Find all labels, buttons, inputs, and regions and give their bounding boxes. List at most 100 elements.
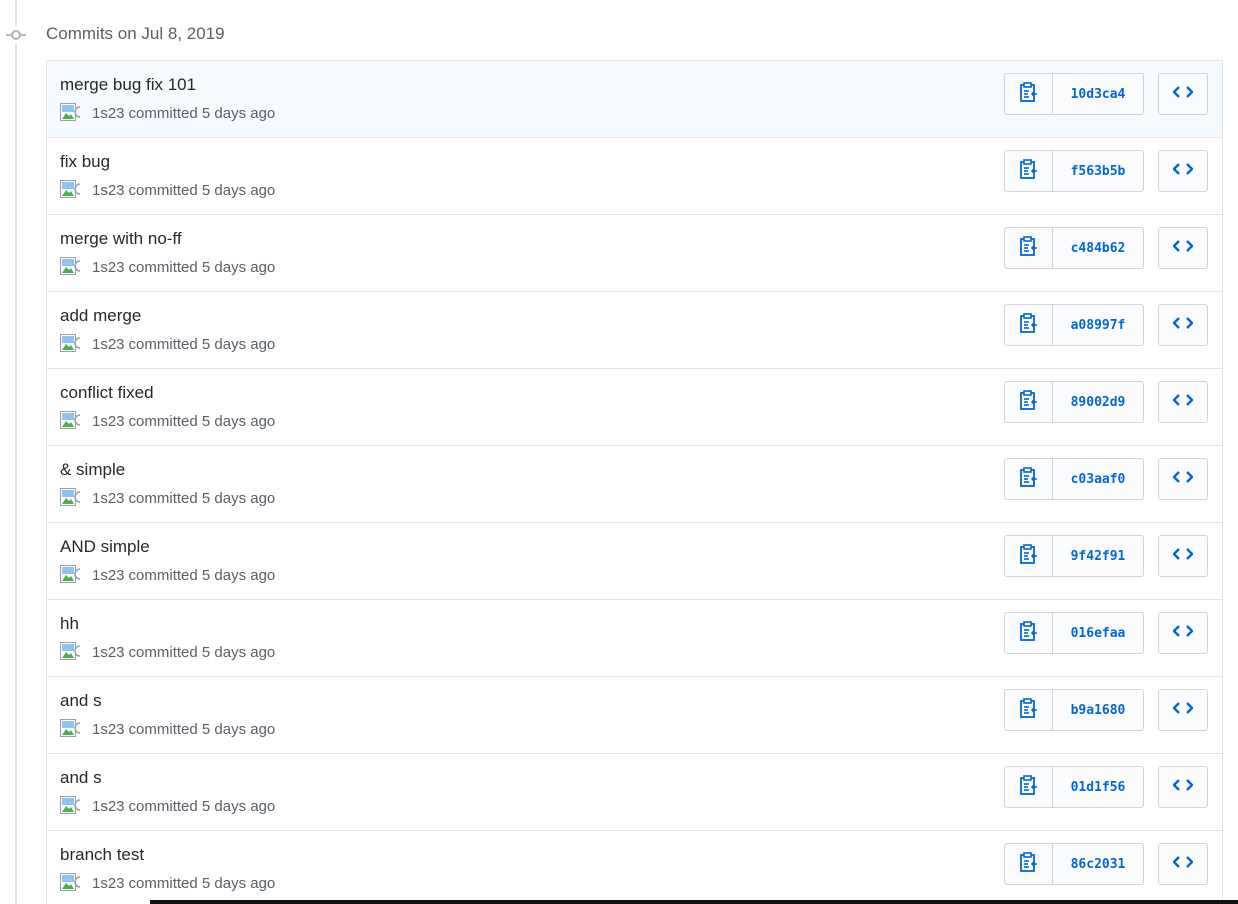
commit-title-link[interactable]: add merge — [60, 306, 141, 326]
copy-sha-button[interactable] — [1004, 381, 1053, 423]
broken-image-icon[interactable] — [60, 180, 84, 200]
copy-sha-button[interactable] — [1004, 612, 1053, 654]
broken-image-icon[interactable] — [60, 642, 84, 662]
commit-sha-group: f563b5b — [1004, 150, 1144, 192]
code-icon — [1172, 855, 1194, 874]
commit-sha-link[interactable]: c484b62 — [1053, 227, 1144, 269]
code-icon — [1172, 470, 1194, 489]
commit-title-link[interactable]: merge bug fix 101 — [60, 75, 196, 95]
commit-author-link[interactable]: 1s23 — [92, 490, 125, 507]
broken-image-icon[interactable] — [60, 796, 84, 816]
commit-sha-link[interactable]: a08997f — [1053, 304, 1144, 346]
commit-row: add merge 1s23 committed 5 days ago a089… — [47, 292, 1222, 369]
commit-sha-link[interactable]: 10d3ca4 — [1053, 73, 1144, 115]
commit-time-text: committed 5 days ago — [128, 720, 276, 738]
commit-sha-group: 9f42f91 — [1004, 535, 1144, 577]
copy-sha-button[interactable] — [1004, 227, 1053, 269]
commit-row: conflict fixed 1s23 committed 5 days ago — [47, 369, 1222, 446]
commit-author-link[interactable]: 1s23 — [92, 105, 125, 122]
commit-title-link[interactable]: and s — [60, 691, 102, 711]
commit-author-link[interactable]: 1s23 — [92, 721, 125, 738]
commit-author-link[interactable]: 1s23 — [92, 413, 125, 430]
browse-repo-button[interactable] — [1158, 150, 1208, 192]
copy-sha-button[interactable] — [1004, 535, 1053, 577]
commit-sha-link[interactable]: f563b5b — [1053, 150, 1144, 192]
commit-author-link[interactable]: 1s23 — [92, 567, 125, 584]
clipboard-icon — [1019, 158, 1038, 184]
timeline-line — [15, 0, 17, 904]
commit-title-link[interactable]: fix bug — [60, 152, 110, 172]
commit-title-link[interactable]: and s — [60, 768, 102, 788]
commit-sha-link[interactable]: 86c2031 — [1053, 843, 1144, 885]
commit-meta: 1s23 committed 5 days ago — [60, 411, 275, 431]
broken-image-icon[interactable] — [60, 411, 84, 431]
commit-sha-link[interactable]: 9f42f91 — [1053, 535, 1144, 577]
commit-sha-group: c484b62 — [1004, 227, 1144, 269]
commit-title-link[interactable]: hh — [60, 614, 79, 634]
code-icon — [1172, 393, 1194, 412]
copy-sha-button[interactable] — [1004, 843, 1053, 885]
browse-repo-button[interactable] — [1158, 612, 1208, 654]
code-icon — [1172, 778, 1194, 797]
commit-meta: 1s23 committed 5 days ago — [60, 103, 275, 123]
clipboard-icon — [1019, 389, 1038, 415]
clipboard-icon — [1019, 312, 1038, 338]
commit-sha-link[interactable]: c03aaf0 — [1053, 458, 1144, 500]
commit-sha-group: 89002d9 — [1004, 381, 1144, 423]
commit-title-link[interactable]: branch test — [60, 845, 144, 865]
clipboard-icon — [1019, 81, 1038, 107]
broken-image-icon[interactable] — [60, 719, 84, 739]
commit-author-link[interactable]: 1s23 — [92, 875, 125, 892]
code-icon — [1172, 239, 1194, 258]
broken-image-icon[interactable] — [60, 488, 84, 508]
browse-repo-button[interactable] — [1158, 304, 1208, 346]
code-icon — [1172, 624, 1194, 643]
broken-image-icon[interactable] — [60, 873, 84, 893]
commit-sha-group: c03aaf0 — [1004, 458, 1144, 500]
broken-image-icon[interactable] — [60, 565, 84, 585]
browse-repo-button[interactable] — [1158, 689, 1208, 731]
commit-meta: 1s23 committed 5 days ago — [60, 719, 275, 739]
commit-time-text: committed 5 days ago — [128, 335, 276, 353]
clipboard-icon — [1019, 466, 1038, 492]
browse-repo-button[interactable] — [1158, 381, 1208, 423]
commit-time-text: committed 5 days ago — [128, 489, 276, 507]
commit-time-text: committed 5 days ago — [128, 412, 276, 430]
browse-repo-button[interactable] — [1158, 227, 1208, 269]
bottom-bar — [150, 900, 1238, 904]
copy-sha-button[interactable] — [1004, 689, 1053, 731]
commit-title-link[interactable]: AND simple — [60, 537, 150, 557]
commit-meta: 1s23 committed 5 days ago — [60, 488, 275, 508]
commit-row: & simple 1s23 committed 5 days ago c03aa… — [47, 446, 1222, 523]
git-commit-icon — [6, 26, 26, 44]
code-icon — [1172, 162, 1194, 181]
commit-sha-link[interactable]: 016efaa — [1053, 612, 1144, 654]
commit-sha-link[interactable]: b9a1680 — [1053, 689, 1144, 731]
copy-sha-button[interactable] — [1004, 304, 1053, 346]
commit-title-link[interactable]: merge with no-ff — [60, 229, 182, 249]
clipboard-icon — [1019, 697, 1038, 723]
copy-sha-button[interactable] — [1004, 73, 1053, 115]
commit-author-link[interactable]: 1s23 — [92, 259, 125, 276]
commit-author-link[interactable]: 1s23 — [92, 798, 125, 815]
copy-sha-button[interactable] — [1004, 766, 1053, 808]
broken-image-icon[interactable] — [60, 103, 84, 123]
broken-image-icon[interactable] — [60, 257, 84, 277]
commit-sha-link[interactable]: 01d1f56 — [1053, 766, 1144, 808]
commit-author-link[interactable]: 1s23 — [92, 336, 125, 353]
commit-sha-link[interactable]: 89002d9 — [1053, 381, 1144, 423]
broken-image-icon[interactable] — [60, 334, 84, 354]
browse-repo-button[interactable] — [1158, 73, 1208, 115]
clipboard-icon — [1019, 851, 1038, 877]
browse-repo-button[interactable] — [1158, 458, 1208, 500]
commit-title-link[interactable]: conflict fixed — [60, 383, 154, 403]
clipboard-icon — [1019, 620, 1038, 646]
copy-sha-button[interactable] — [1004, 458, 1053, 500]
browse-repo-button[interactable] — [1158, 535, 1208, 577]
commit-title-link[interactable]: & simple — [60, 460, 125, 480]
commit-author-link[interactable]: 1s23 — [92, 182, 125, 199]
browse-repo-button[interactable] — [1158, 843, 1208, 885]
browse-repo-button[interactable] — [1158, 766, 1208, 808]
commit-author-link[interactable]: 1s23 — [92, 644, 125, 661]
copy-sha-button[interactable] — [1004, 150, 1053, 192]
